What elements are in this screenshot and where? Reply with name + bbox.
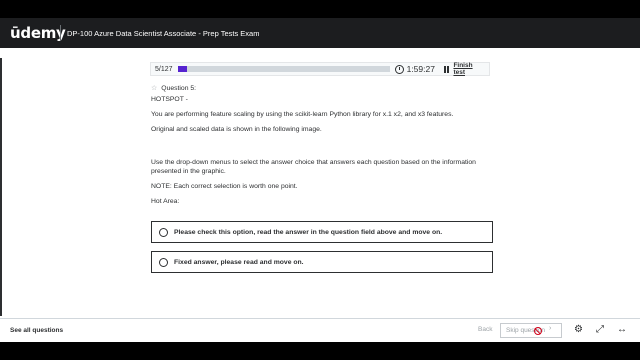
progress-track <box>178 66 390 72</box>
chevron-right-icon: › <box>549 325 552 332</box>
progress-bar-row: 5/127 1:59:27 Finish test <box>150 62 490 76</box>
clock-icon <box>394 64 404 74</box>
back-button[interactable]: Back <box>478 326 492 333</box>
bottom-toolbar: See all questions Back Skip question › ⚙… <box>0 318 640 342</box>
horizontal-expand-icon[interactable]: ↔ <box>617 324 627 335</box>
not-allowed-cursor-icon <box>534 327 542 335</box>
gear-icon[interactable]: ⚙ <box>574 324 583 335</box>
question-line: Use the drop-down menus to select the an… <box>151 159 476 175</box>
top-navigation-bar: ūdemy DP-100 Azure Data Scientist Associ… <box>0 18 640 48</box>
radio-button[interactable] <box>159 257 168 267</box>
pause-icon[interactable] <box>443 65 450 73</box>
question-line: HOTSPOT - <box>151 96 188 103</box>
timer-readout: 1:59:27 <box>406 64 435 74</box>
udemy-logo[interactable]: ūdemy <box>0 24 66 42</box>
answer-option-label: Fixed answer, please read and move on. <box>174 258 304 266</box>
main-content: 5/127 1:59:27 Finish test ☆ Question 5: … <box>0 48 640 318</box>
expand-icon[interactable]: ⤢ <box>596 324 604 335</box>
question-line: Original and scaled data is shown in the… <box>151 126 322 133</box>
course-title[interactable]: DP-100 Azure Data Scientist Associate - … <box>67 29 259 38</box>
question-header: ☆ Question 5: <box>151 84 491 93</box>
question-counter: 5/127 <box>155 65 173 73</box>
answer-option[interactable]: Please check this option, read the answe… <box>151 221 493 243</box>
radio-button[interactable] <box>159 227 168 237</box>
question-line: Hot Area: <box>151 198 180 205</box>
answer-option-label: Please check this option, read the answe… <box>174 228 443 236</box>
finish-test-button[interactable]: Finish test <box>453 62 485 76</box>
question-line: You are performing feature scaling by us… <box>151 111 454 118</box>
header-divider <box>60 25 61 41</box>
question-line: NOTE: Each correct selection is worth on… <box>151 183 298 190</box>
progress-fill <box>178 66 187 72</box>
star-icon[interactable]: ☆ <box>151 84 157 93</box>
see-all-questions-link[interactable]: See all questions <box>10 327 63 334</box>
skip-question-button[interactable]: Skip question <box>500 323 562 338</box>
left-edge-border <box>0 58 2 316</box>
question-body: ☆ Question 5: HOTSPOT - You are performi… <box>151 84 491 206</box>
answer-option[interactable]: Fixed answer, please read and move on. <box>151 251 493 273</box>
question-title: Question 5: <box>161 85 197 92</box>
